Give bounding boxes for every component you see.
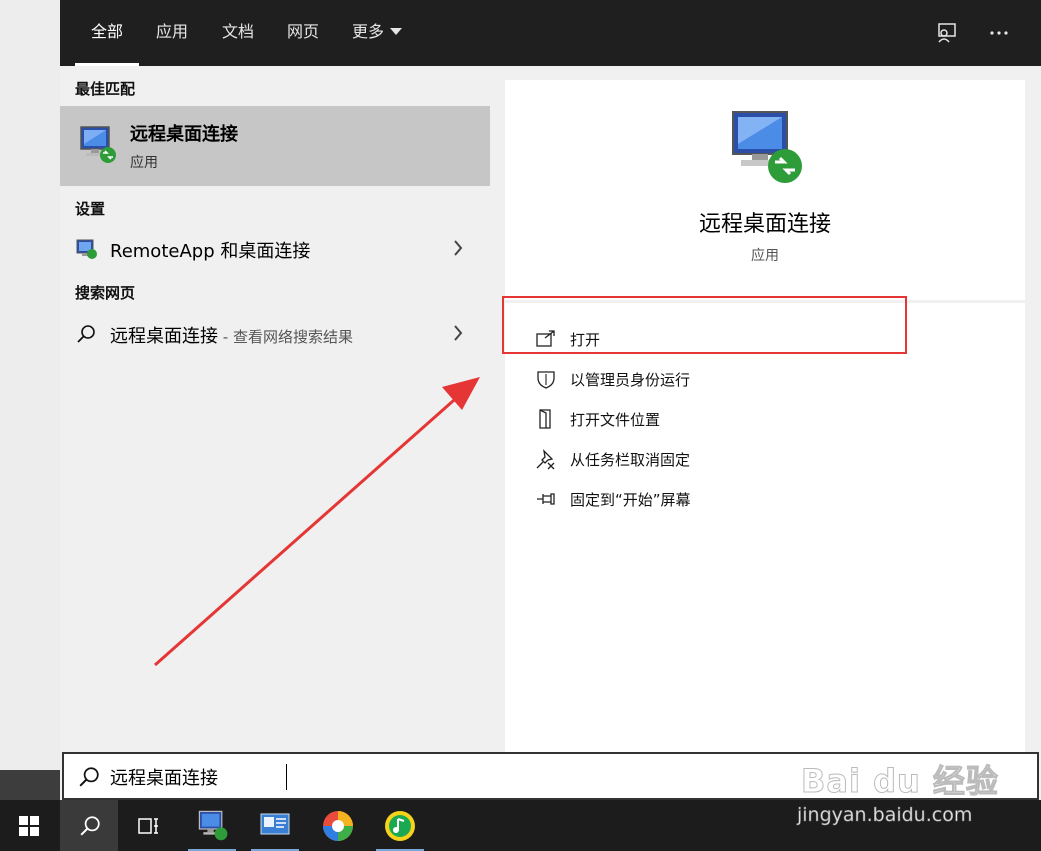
preview-divider <box>505 300 1025 303</box>
start-button[interactable] <box>0 800 58 851</box>
chevron-down-icon <box>390 28 403 35</box>
action-open[interactable]: 打开 <box>533 324 993 354</box>
action-open-file-location[interactable]: 打开文件位置 <box>533 404 993 434</box>
desktop-strip <box>0 0 60 770</box>
action-label: 固定到“开始”屏幕 <box>570 491 691 509</box>
action-label: 打开文件位置 <box>570 411 661 429</box>
results-list: 最佳匹配 远程桌面连接 应用 设置 RemoteApp 和桌面连接 搜索网页 远… <box>60 66 490 752</box>
search-icon <box>77 325 95 343</box>
search-icon <box>80 816 100 836</box>
chevron-right-icon <box>454 240 463 256</box>
action-label: 从任务栏取消固定 <box>570 451 691 469</box>
more-options-icon[interactable] <box>984 18 1014 48</box>
best-match-heading: 最佳匹配 <box>75 80 136 98</box>
task-view-button[interactable] <box>120 800 178 851</box>
search-input[interactable] <box>110 762 810 792</box>
settings-item-label: RemoteApp 和桌面连接 <box>110 241 311 262</box>
task-view-icon <box>138 818 158 834</box>
tab-more[interactable]: 更多 <box>336 0 418 66</box>
search-icon <box>79 767 99 787</box>
tab-documents[interactable]: 文档 <box>206 0 270 66</box>
start-icon <box>19 816 39 836</box>
control-panel-icon <box>260 813 290 835</box>
chevron-right-icon <box>454 325 463 341</box>
music-app-icon <box>385 811 415 841</box>
taskbar-music-app[interactable] <box>371 800 429 851</box>
pin-icon <box>537 493 555 505</box>
action-run-as-admin[interactable]: 以管理员身份运行 <box>533 364 993 394</box>
remote-desktop-icon <box>732 111 802 183</box>
photo-app-icon <box>323 811 353 841</box>
feedback-icon[interactable] <box>932 18 962 48</box>
remote-desktop-icon <box>80 126 116 163</box>
remoteapp-icon <box>76 239 97 259</box>
search-panel: 全部 应用 文档 网页 更多 最佳匹配 远程桌面连接 应用 设置 RemoteA… <box>60 0 1041 800</box>
tab-all[interactable]: 全部 <box>75 0 140 66</box>
preview-pane: 远程桌面连接 应用 打开 以管理员身份运行 打开文件位置 从任务栏取消固定 固定… <box>505 80 1025 752</box>
remote-desktop-icon <box>198 810 228 841</box>
open-icon <box>536 330 555 347</box>
web-search-item[interactable]: 远程桌面连接 - 查看网络搜索结果 <box>60 314 490 354</box>
taskbar-photo-app[interactable] <box>309 800 367 851</box>
shield-icon <box>537 371 555 389</box>
taskbar-remote-desktop[interactable] <box>183 800 241 851</box>
best-match-type: 应用 <box>130 155 158 171</box>
action-label: 以管理员身份运行 <box>570 371 691 389</box>
best-match-name: 远程桌面连接 <box>130 124 238 145</box>
desktop-dark-strip <box>0 770 60 800</box>
web-search-heading: 搜索网页 <box>75 284 136 302</box>
tab-web[interactable]: 网页 <box>271 0 335 66</box>
filter-tab-bar: 全部 应用 文档 网页 更多 <box>60 0 1041 66</box>
text-cursor <box>286 764 287 790</box>
taskbar-search-button[interactable] <box>60 800 118 851</box>
action-pin-start[interactable]: 固定到“开始”屏幕 <box>533 484 993 514</box>
action-label: 打开 <box>570 331 601 349</box>
search-box[interactable] <box>62 752 1039 800</box>
settings-heading: 设置 <box>75 200 106 218</box>
settings-item-remoteapp[interactable]: RemoteApp 和桌面连接 <box>60 229 490 269</box>
web-search-sub: - 查看网络搜索结果 <box>218 328 353 346</box>
tab-apps[interactable]: 应用 <box>140 0 204 66</box>
web-search-label: 远程桌面连接 - 查看网络搜索结果 <box>110 326 353 347</box>
best-match-item[interactable]: 远程桌面连接 应用 <box>60 106 490 186</box>
taskbar <box>0 800 1041 851</box>
unpin-icon <box>536 449 555 470</box>
preview-app-type: 应用 <box>751 248 779 264</box>
action-unpin-taskbar[interactable]: 从任务栏取消固定 <box>533 444 993 474</box>
preview-app-name: 远程桌面连接 <box>698 212 831 237</box>
file-location-icon <box>539 409 551 429</box>
taskbar-control-panel[interactable] <box>246 800 304 851</box>
